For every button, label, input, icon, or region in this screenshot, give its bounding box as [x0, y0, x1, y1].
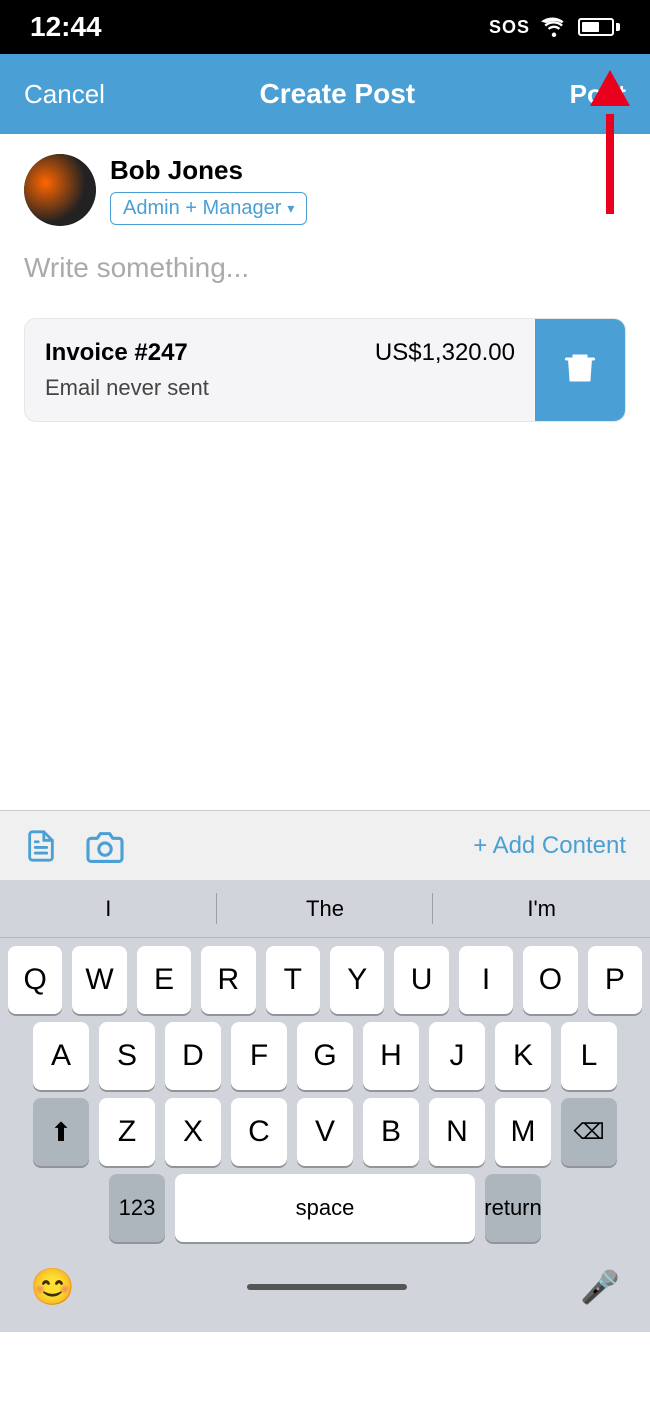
invoice-status: Email never sent — [45, 375, 515, 401]
battery-icon — [578, 18, 620, 36]
cancel-button[interactable]: Cancel — [24, 79, 105, 110]
status-bar: 12:44 SOS — [0, 0, 650, 54]
key-t[interactable]: T — [266, 946, 320, 1014]
space-key[interactable]: space — [175, 1174, 475, 1242]
key-x[interactable]: X — [165, 1098, 221, 1166]
key-row-4: 123 space return — [0, 1166, 650, 1252]
user-row: Bob Jones Admin + Manager ▾ — [24, 154, 626, 226]
invoice-info: Invoice #247 US$1,320.00 Email never sen… — [25, 319, 535, 421]
document-icon[interactable] — [24, 829, 58, 863]
key-g[interactable]: G — [297, 1022, 353, 1090]
key-p[interactable]: P — [588, 946, 642, 1014]
red-arrow — [590, 70, 630, 214]
status-time: 12:44 — [30, 11, 102, 43]
key-a[interactable]: A — [33, 1022, 89, 1090]
key-k[interactable]: K — [495, 1022, 551, 1090]
shift-key[interactable]: ⬆ — [33, 1098, 89, 1166]
key-c[interactable]: C — [231, 1098, 287, 1166]
avatar-image — [24, 154, 96, 226]
add-content-button[interactable]: + Add Content — [473, 832, 626, 860]
key-e[interactable]: E — [137, 946, 191, 1014]
toolbar: + Add Content — [0, 810, 650, 880]
num-key[interactable]: 123 — [109, 1174, 165, 1242]
status-icons: SOS — [489, 17, 620, 38]
key-l[interactable]: L — [561, 1022, 617, 1090]
nav-title: Create Post — [259, 78, 415, 110]
invoice-top-row: Invoice #247 US$1,320.00 — [45, 339, 515, 367]
key-row-2: A S D F G H J K L — [0, 1014, 650, 1090]
nav-bar: Cancel Create Post Post — [0, 54, 650, 134]
write-placeholder[interactable]: Write something... — [24, 242, 626, 308]
key-row-1: Q W E R T Y U I O P — [0, 938, 650, 1014]
avatar — [24, 154, 96, 226]
role-label: Admin + Manager — [123, 197, 281, 220]
suggestion-the[interactable]: The — [217, 890, 434, 928]
key-j[interactable]: J — [429, 1022, 485, 1090]
sos-indicator: SOS — [489, 17, 530, 38]
suggestions-bar: I The I'm — [0, 880, 650, 938]
key-u[interactable]: U — [394, 946, 448, 1014]
key-f[interactable]: F — [231, 1022, 287, 1090]
key-y[interactable]: Y — [330, 946, 384, 1014]
key-r[interactable]: R — [201, 946, 255, 1014]
post-area: Bob Jones Admin + Manager ▾ Write someth… — [0, 134, 650, 422]
return-key[interactable]: return — [485, 1174, 541, 1242]
invoice-amount: US$1,320.00 — [375, 339, 515, 367]
key-d[interactable]: D — [165, 1022, 221, 1090]
invoice-delete-button[interactable] — [535, 319, 625, 421]
key-m[interactable]: M — [495, 1098, 551, 1166]
emoji-button[interactable]: 😊 — [30, 1266, 75, 1308]
home-indicator — [247, 1284, 407, 1290]
suggestion-im[interactable]: I'm — [433, 890, 650, 928]
key-o[interactable]: O — [523, 946, 577, 1014]
key-v[interactable]: V — [297, 1098, 353, 1166]
invoice-card: Invoice #247 US$1,320.00 Email never sen… — [24, 318, 626, 422]
key-i[interactable]: I — [459, 946, 513, 1014]
key-h[interactable]: H — [363, 1022, 419, 1090]
key-b[interactable]: B — [363, 1098, 419, 1166]
key-z[interactable]: Z — [99, 1098, 155, 1166]
key-w[interactable]: W — [72, 946, 126, 1014]
key-q[interactable]: Q — [8, 946, 62, 1014]
key-s[interactable]: S — [99, 1022, 155, 1090]
role-badge[interactable]: Admin + Manager ▾ — [110, 192, 307, 225]
invoice-number: Invoice #247 — [45, 339, 188, 367]
trash-icon — [562, 350, 598, 391]
role-chevron: ▾ — [287, 200, 294, 217]
key-n[interactable]: N — [429, 1098, 485, 1166]
microphone-button[interactable]: 🎤 — [580, 1268, 620, 1306]
backspace-key[interactable]: ⌫ — [561, 1098, 617, 1166]
key-row-3: ⬆ Z X C V B N M ⌫ — [0, 1090, 650, 1166]
user-name: Bob Jones — [110, 155, 307, 186]
keyboard: I The I'm Q W E R T Y U I O P A S D F G … — [0, 880, 650, 1332]
wifi-icon — [540, 17, 568, 37]
camera-icon[interactable] — [86, 829, 124, 863]
user-info: Bob Jones Admin + Manager ▾ — [110, 155, 307, 225]
suggestion-i[interactable]: I — [0, 890, 217, 928]
bottom-bar: 😊 🎤 — [0, 1252, 650, 1332]
